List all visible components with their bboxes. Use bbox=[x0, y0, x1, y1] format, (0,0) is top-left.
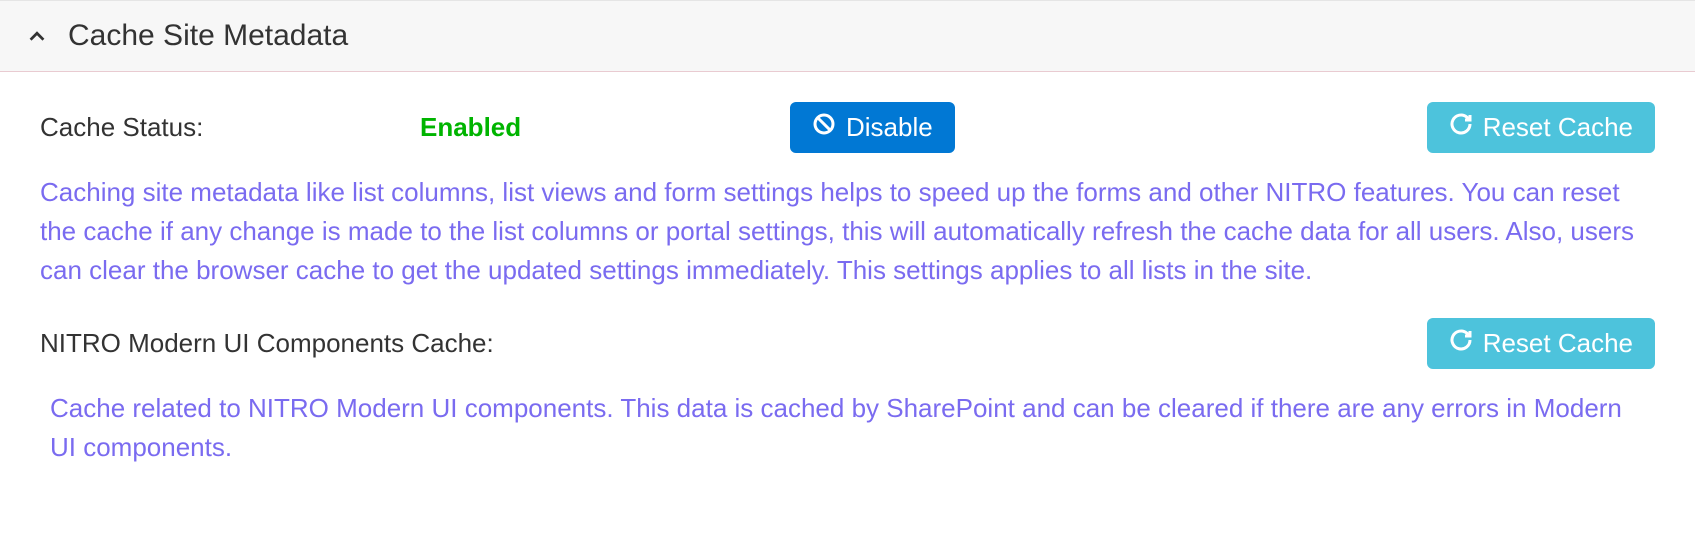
modern-ui-label: NITRO Modern UI Components Cache: bbox=[40, 328, 1427, 359]
panel-title: Cache Site Metadata bbox=[68, 19, 348, 53]
reset-modern-ui-cache-button-label: Reset Cache bbox=[1483, 328, 1633, 359]
disable-button-label: Disable bbox=[846, 112, 933, 143]
reset-modern-ui-cache-button[interactable]: Reset Cache bbox=[1427, 318, 1655, 369]
refresh-icon bbox=[1449, 112, 1473, 143]
cache-status-row: Cache Status: Enabled Disable Reset Cach… bbox=[40, 102, 1655, 153]
cache-status-description: Caching site metadata like list columns,… bbox=[40, 173, 1655, 290]
refresh-icon bbox=[1449, 328, 1473, 359]
cache-status-label: Cache Status: bbox=[40, 112, 420, 143]
reset-cache-button-label: Reset Cache bbox=[1483, 112, 1633, 143]
cache-status-value: Enabled bbox=[420, 112, 790, 143]
disable-button[interactable]: Disable bbox=[790, 102, 955, 153]
reset-cache-button[interactable]: Reset Cache bbox=[1427, 102, 1655, 153]
modern-ui-description: Cache related to NITRO Modern UI compone… bbox=[40, 389, 1655, 467]
ban-icon bbox=[812, 112, 836, 143]
panel-header[interactable]: Cache Site Metadata bbox=[0, 0, 1695, 72]
panel-body: Cache Status: Enabled Disable Reset Cach… bbox=[0, 72, 1695, 507]
modern-ui-row: NITRO Modern UI Components Cache: Reset … bbox=[40, 318, 1655, 369]
chevron-up-icon[interactable] bbox=[26, 25, 48, 47]
